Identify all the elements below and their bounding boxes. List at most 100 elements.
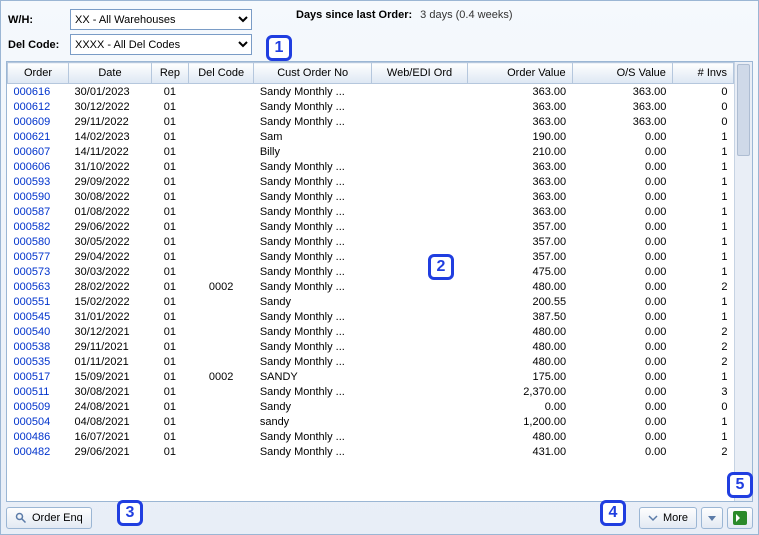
cell-ov: 480.00	[467, 279, 572, 294]
order-enq-button[interactable]: Order Enq	[6, 507, 92, 529]
cell-rep: 01	[151, 369, 188, 384]
cell-order[interactable]: 000612	[8, 99, 69, 114]
cell-cust: Sandy Monthly ...	[254, 84, 372, 100]
scrollbar-thumb[interactable]	[737, 64, 750, 156]
export-button[interactable]	[727, 507, 753, 529]
cell-cust: Sandy Monthly ...	[254, 99, 372, 114]
col-order-value[interactable]: Order Value	[467, 63, 572, 84]
cell-rep: 01	[151, 84, 188, 100]
cell-order[interactable]: 000590	[8, 189, 69, 204]
cell-os: 0.00	[572, 264, 672, 279]
cell-cust: Billy	[254, 144, 372, 159]
cell-order[interactable]: 000607	[8, 144, 69, 159]
table-row[interactable]: 00062114/02/202301Sam190.000.001	[8, 129, 734, 144]
cell-order[interactable]: 000609	[8, 114, 69, 129]
cell-order[interactable]: 000504	[8, 414, 69, 429]
table-row[interactable]: 00053501/11/202101Sandy Monthly ...480.0…	[8, 354, 734, 369]
table-row[interactable]: 00051130/08/202101Sandy Monthly ...2,370…	[8, 384, 734, 399]
table-row[interactable]: 00061230/12/202201Sandy Monthly ...363.0…	[8, 99, 734, 114]
cell-order[interactable]: 000606	[8, 159, 69, 174]
cell-invs: 1	[672, 429, 733, 444]
col-rep[interactable]: Rep	[151, 63, 188, 84]
cell-order[interactable]: 000582	[8, 219, 69, 234]
table-row[interactable]: 00050924/08/202101Sandy0.000.000	[8, 399, 734, 414]
cell-order[interactable]: 000587	[8, 204, 69, 219]
cell-cust: Sandy Monthly ...	[254, 354, 372, 369]
cell-web	[372, 159, 468, 174]
cell-os: 0.00	[572, 414, 672, 429]
col-web-edi[interactable]: Web/EDI Ord	[372, 63, 468, 84]
table-row[interactable]: 00059329/09/202201Sandy Monthly ...363.0…	[8, 174, 734, 189]
col-del-code[interactable]: Del Code	[188, 63, 253, 84]
cell-order[interactable]: 000577	[8, 249, 69, 264]
table-row[interactable]: 00048229/06/202101Sandy Monthly ...431.0…	[8, 444, 734, 459]
table-row[interactable]: 00054030/12/202101Sandy Monthly ...480.0…	[8, 324, 734, 339]
table-row[interactable]: 00058030/05/202201Sandy Monthly ...357.0…	[8, 234, 734, 249]
col-order[interactable]: Order	[8, 63, 69, 84]
cell-order[interactable]: 000540	[8, 324, 69, 339]
cell-order[interactable]: 000511	[8, 384, 69, 399]
cell-rep: 01	[151, 204, 188, 219]
cell-order[interactable]: 000621	[8, 129, 69, 144]
table-row[interactable]: 00058229/06/202201Sandy Monthly ...357.0…	[8, 219, 734, 234]
cell-del	[188, 354, 253, 369]
table-row[interactable]: 00048616/07/202101Sandy Monthly ...480.0…	[8, 429, 734, 444]
cell-os: 0.00	[572, 309, 672, 324]
table-row[interactable]: 00050404/08/202101sandy1,200.000.001	[8, 414, 734, 429]
table-row[interactable]: 00060929/11/202201Sandy Monthly ...363.0…	[8, 114, 734, 129]
cell-order[interactable]: 000580	[8, 234, 69, 249]
table-row[interactable]: 00060631/10/202201Sandy Monthly ...363.0…	[8, 159, 734, 174]
cell-cust: Sandy Monthly ...	[254, 339, 372, 354]
cell-order[interactable]: 000563	[8, 279, 69, 294]
cell-order[interactable]: 000616	[8, 84, 69, 100]
col-invs[interactable]: # Invs	[672, 63, 733, 84]
cell-web	[372, 294, 468, 309]
more-button[interactable]: More	[639, 507, 697, 529]
table-row[interactable]: 00053829/11/202101Sandy Monthly ...480.0…	[8, 339, 734, 354]
cell-rep: 01	[151, 159, 188, 174]
del-code-select[interactable]: XXXX - All Del Codes	[70, 34, 252, 55]
cell-rep: 01	[151, 114, 188, 129]
table-row[interactable]: 00059030/08/202201Sandy Monthly ...363.0…	[8, 189, 734, 204]
export-icon	[733, 511, 747, 525]
cell-cust: SANDY	[254, 369, 372, 384]
cell-order[interactable]: 000509	[8, 399, 69, 414]
table-row[interactable]: 00051715/09/2021010002SANDY175.000.001	[8, 369, 734, 384]
col-cust-order-no[interactable]: Cust Order No	[254, 63, 372, 84]
table-row[interactable]: 00054531/01/202201Sandy Monthly ...387.5…	[8, 309, 734, 324]
table-row[interactable]: 00055115/02/202201Sandy200.550.001	[8, 294, 734, 309]
cell-os: 0.00	[572, 129, 672, 144]
table-row[interactable]: 00060714/11/202201Billy210.000.001	[8, 144, 734, 159]
col-date[interactable]: Date	[69, 63, 152, 84]
cell-order[interactable]: 000593	[8, 174, 69, 189]
cell-cust: Sandy Monthly ...	[254, 264, 372, 279]
table-row[interactable]: 00057330/03/202201Sandy Monthly ...475.0…	[8, 264, 734, 279]
cell-order[interactable]: 000517	[8, 369, 69, 384]
cell-ov: 0.00	[467, 399, 572, 414]
cell-order[interactable]: 000545	[8, 309, 69, 324]
cell-order[interactable]: 000482	[8, 444, 69, 459]
table-row[interactable]: 00056328/02/2022010002Sandy Monthly ...4…	[8, 279, 734, 294]
cell-del	[188, 189, 253, 204]
cell-cust: Sandy Monthly ...	[254, 279, 372, 294]
cell-ov: 210.00	[467, 144, 572, 159]
table-row[interactable]: 00057729/04/202201Sandy Monthly ...357.0…	[8, 249, 734, 264]
wh-select[interactable]: XX - All Warehouses	[70, 9, 252, 30]
cell-os: 0.00	[572, 144, 672, 159]
cell-rep: 01	[151, 264, 188, 279]
col-os-value[interactable]: O/S Value	[572, 63, 672, 84]
cell-ov: 200.55	[467, 294, 572, 309]
cell-order[interactable]: 000535	[8, 354, 69, 369]
cell-web	[372, 354, 468, 369]
table-row[interactable]: 00058701/08/202201Sandy Monthly ...363.0…	[8, 204, 734, 219]
cell-rep: 01	[151, 324, 188, 339]
orders-table[interactable]: Order Date Rep Del Code Cust Order No We…	[7, 62, 734, 459]
cell-order[interactable]: 000551	[8, 294, 69, 309]
cell-order[interactable]: 000486	[8, 429, 69, 444]
vertical-scrollbar[interactable]	[734, 62, 752, 501]
cell-rep: 01	[151, 174, 188, 189]
cell-order[interactable]: 000538	[8, 339, 69, 354]
more-dropdown-button[interactable]	[701, 507, 723, 529]
table-row[interactable]: 00061630/01/202301Sandy Monthly ...363.0…	[8, 84, 734, 100]
cell-order[interactable]: 000573	[8, 264, 69, 279]
